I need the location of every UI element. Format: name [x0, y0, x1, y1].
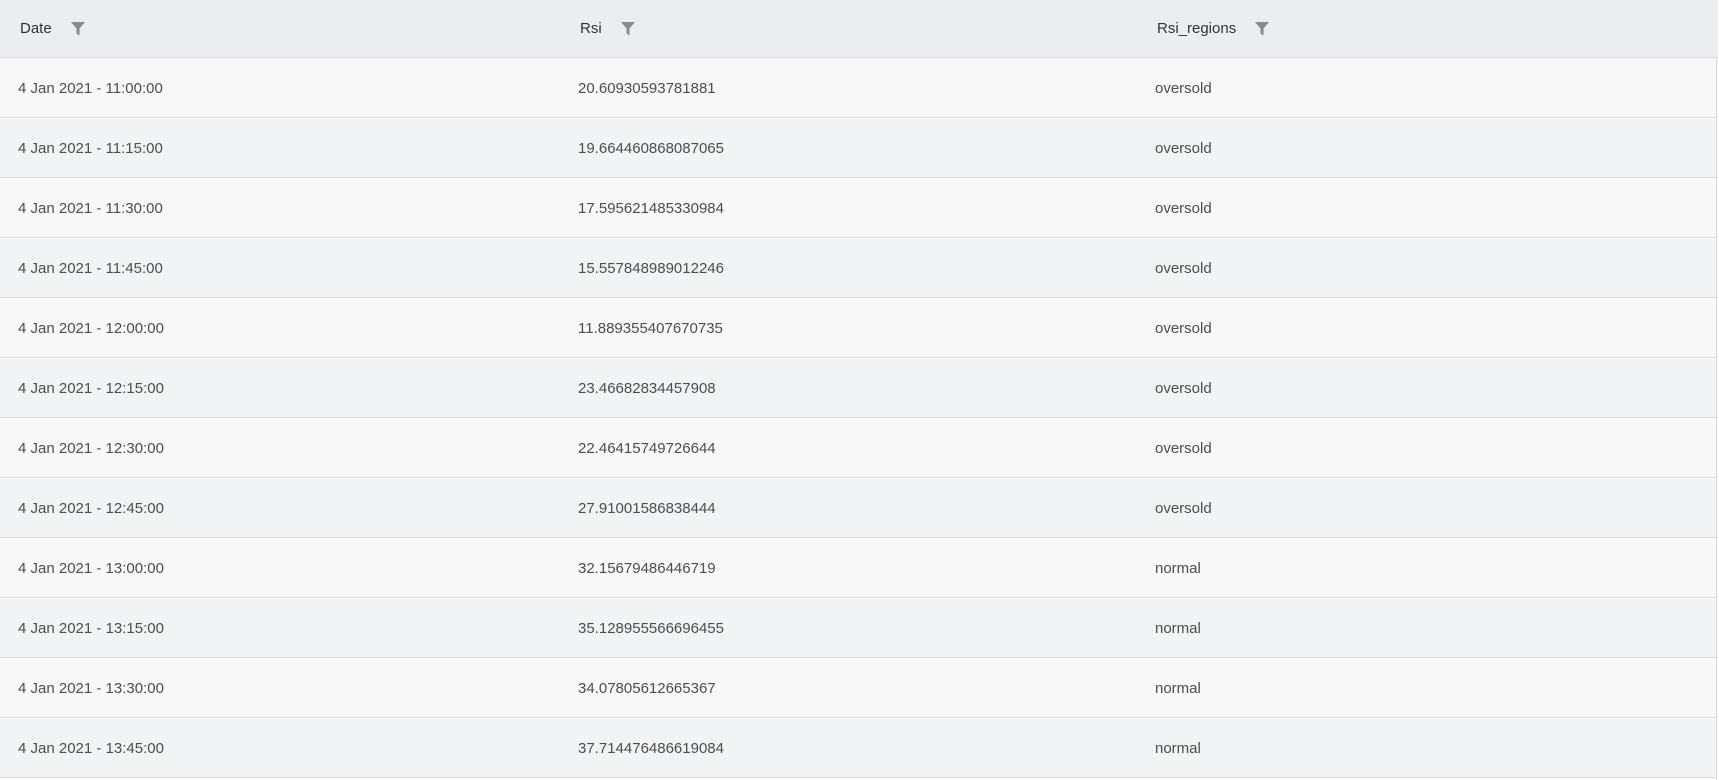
table-row[interactable]: 4 Jan 2021 - 13:45:00 37.714476486619084…	[0, 719, 1716, 778]
table-row[interactable]: 4 Jan 2021 - 11:15:00 19.664460868087065…	[0, 119, 1716, 178]
table-body: 4 Jan 2021 - 11:00:00 20.60930593781881 …	[0, 59, 1717, 780]
column-header-rsi-regions[interactable]: Rsi_regions	[1157, 0, 1270, 57]
table-row[interactable]: 4 Jan 2021 - 11:00:00 20.60930593781881 …	[0, 59, 1716, 118]
cell-date: 4 Jan 2021 - 12:15:00	[18, 380, 164, 397]
cell-rsi-region: oversold	[1155, 260, 1212, 277]
cell-date: 4 Jan 2021 - 13:45:00	[18, 740, 164, 757]
cell-rsi: 32.15679486446719	[578, 560, 716, 577]
cell-rsi: 37.714476486619084	[578, 740, 724, 757]
cell-rsi-region: oversold	[1155, 500, 1212, 517]
cell-rsi: 15.557848989012246	[578, 260, 724, 277]
cell-date: 4 Jan 2021 - 11:45:00	[18, 260, 163, 277]
cell-date: 4 Jan 2021 - 12:45:00	[18, 500, 164, 517]
cell-date: 4 Jan 2021 - 11:00:00	[18, 80, 163, 97]
column-header-label: Rsi	[580, 20, 602, 37]
cell-date: 4 Jan 2021 - 13:00:00	[18, 560, 164, 577]
column-header-rsi[interactable]: Rsi	[580, 0, 636, 57]
cell-rsi-region: oversold	[1155, 140, 1212, 157]
column-header-label: Date	[20, 20, 52, 37]
table-row[interactable]: 4 Jan 2021 - 12:00:00 11.889355407670735…	[0, 299, 1716, 358]
table-row[interactable]: 4 Jan 2021 - 11:30:00 17.595621485330984…	[0, 179, 1716, 238]
filter-icon[interactable]	[70, 21, 86, 37]
cell-rsi-region: oversold	[1155, 200, 1212, 217]
cell-date: 4 Jan 2021 - 12:30:00	[18, 440, 164, 457]
table-row[interactable]: 4 Jan 2021 - 13:15:00 35.128955566696455…	[0, 599, 1716, 658]
filter-icon[interactable]	[1254, 21, 1270, 37]
cell-rsi: 17.595621485330984	[578, 200, 724, 217]
cell-rsi: 20.60930593781881	[578, 80, 716, 97]
column-header-date[interactable]: Date	[20, 0, 86, 57]
cell-date: 4 Jan 2021 - 13:15:00	[18, 620, 164, 637]
cell-rsi: 34.07805612665367	[578, 680, 716, 697]
cell-date: 4 Jan 2021 - 11:15:00	[18, 140, 163, 157]
cell-rsi-region: normal	[1155, 620, 1201, 637]
cell-rsi-region: normal	[1155, 560, 1201, 577]
cell-rsi: 19.664460868087065	[578, 140, 724, 157]
cell-rsi-region: normal	[1155, 740, 1201, 757]
cell-rsi: 11.889355407670735	[578, 320, 723, 337]
scrollbar-edge[interactable]	[1717, 0, 1718, 780]
cell-rsi-region: normal	[1155, 680, 1201, 697]
cell-rsi: 22.46415749726644	[578, 440, 716, 457]
cell-date: 4 Jan 2021 - 12:00:00	[18, 320, 164, 337]
table-header: Date Rsi Rsi_regions	[0, 0, 1718, 58]
cell-rsi-region: oversold	[1155, 380, 1212, 397]
table-row[interactable]: 4 Jan 2021 - 12:30:00 22.46415749726644 …	[0, 419, 1716, 478]
table-row[interactable]: 4 Jan 2021 - 12:45:00 27.91001586838444 …	[0, 479, 1716, 538]
cell-rsi-region: oversold	[1155, 440, 1212, 457]
table-row[interactable]: 4 Jan 2021 - 13:00:00 32.15679486446719 …	[0, 539, 1716, 598]
table-row[interactable]: 4 Jan 2021 - 13:30:00 34.07805612665367 …	[0, 659, 1716, 718]
cell-date: 4 Jan 2021 - 11:30:00	[18, 200, 163, 217]
column-header-label: Rsi_regions	[1157, 20, 1237, 37]
cell-rsi-region: oversold	[1155, 320, 1212, 337]
cell-rsi: 27.91001586838444	[578, 500, 716, 517]
data-grid: Date Rsi Rsi_regions 4 Jan 2021 - 11:00:…	[0, 0, 1718, 780]
table-row[interactable]: 4 Jan 2021 - 11:45:00 15.557848989012246…	[0, 239, 1716, 298]
filter-icon[interactable]	[620, 21, 636, 37]
cell-rsi-region: oversold	[1155, 80, 1212, 97]
cell-rsi: 35.128955566696455	[578, 620, 724, 637]
table-row[interactable]: 4 Jan 2021 - 12:15:00 23.46682834457908 …	[0, 359, 1716, 418]
cell-rsi: 23.46682834457908	[578, 380, 716, 397]
cell-date: 4 Jan 2021 - 13:30:00	[18, 680, 164, 697]
